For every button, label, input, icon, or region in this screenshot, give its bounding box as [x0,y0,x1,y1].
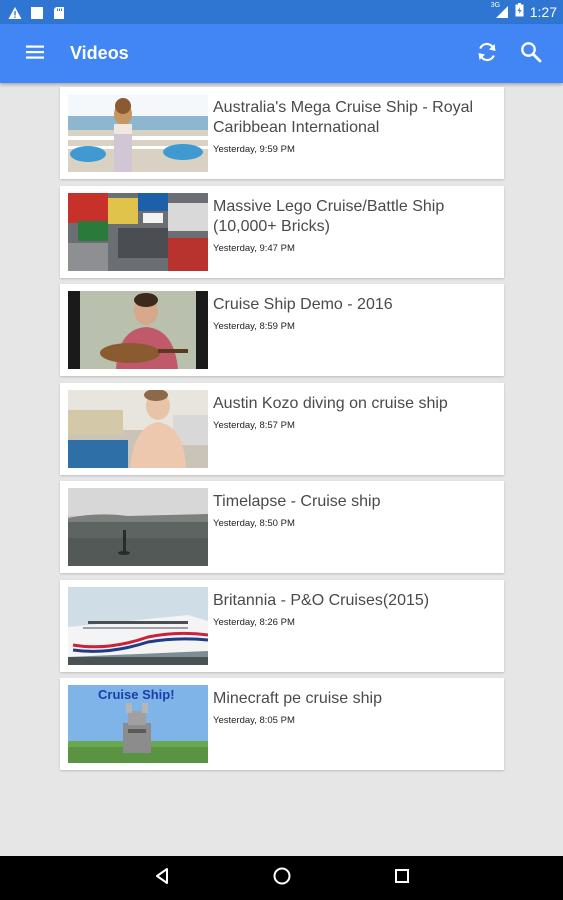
video-title-text: Cruise Ship Demo - 2016 [213,296,393,313]
sd-card-icon [52,5,66,19]
signal-icon: 3G [490,2,509,19]
video-time: Yesterday, 8:26 PM [213,616,295,628]
video-thumbnail [68,389,208,468]
network-type-label: 3G [490,2,501,9]
page-title: Videos [70,43,129,63]
video-title: Britannia - P&O Cruises(2015) Yesterday,… [213,591,498,633]
video-title-text: Minecraft pe cruise ship [213,690,382,707]
video-time: Yesterday, 8:59 PM [213,321,295,332]
video-item[interactable]: Timelapse - Cruise ship Yesterday, 8:50 … [60,481,504,573]
home-button[interactable] [222,856,342,900]
video-item[interactable]: Australia's Mega Cruise Ship - Royal Car… [60,87,504,179]
video-title: Cruise Ship Demo - 2016 Yesterday, 8:59 … [213,295,498,337]
video-item[interactable]: Austin Kozo diving on cruise ship Yester… [60,382,504,475]
video-time: Yesterday, 8:50 PM [213,518,295,529]
thumbnail-caption: Cruise Ship! [98,687,175,702]
video-title-text: Timelapse - Cruise ship [213,493,381,510]
battery-icon [515,3,524,21]
menu-icon [25,44,45,64]
video-title-text: Austin Kozo diving on cruise ship [213,394,448,412]
video-item[interactable]: Massive Lego Cruise/Battle Ship (10,000+… [60,185,504,278]
recents-icon [393,867,411,889]
video-time: Yesterday, 9:59 PM [213,144,295,155]
video-thumbnail [68,192,208,271]
menu-button[interactable] [0,24,70,83]
video-title: Massive Lego Cruise/Battle Ship (10,000+… [213,197,498,259]
status-bar: 3G 1:27 [0,0,563,24]
square-notification-icon [30,5,44,19]
app-bar: Videos [0,24,563,83]
video-time: Yesterday, 8:05 PM [213,715,295,726]
clock: 1:27 [529,4,557,20]
video-item[interactable]: Cruise Ship Demo - 2016 Yesterday, 8:59 … [60,284,504,376]
search-button[interactable] [509,24,553,83]
video-title: Minecraft pe cruise ship Yesterday, 8:05… [213,689,498,731]
navigation-bar [0,856,563,900]
video-thumbnail [68,586,208,665]
video-thumbnail [68,291,208,369]
refresh-icon [475,40,499,68]
video-title-text: Massive Lego Cruise/Battle Ship (10,000+… [213,197,445,235]
video-thumbnail [68,94,208,172]
home-icon [272,866,292,890]
search-icon [519,40,543,68]
video-thumbnail: Cruise Ship! [68,685,208,763]
video-time: Yesterday, 8:57 PM [213,419,295,431]
video-item[interactable]: Cruise Ship! Minecraft pe cruise ship Ye… [60,678,504,770]
warning-icon [8,5,22,19]
video-item[interactable]: Britannia - P&O Cruises(2015) Yesterday,… [60,579,504,672]
video-list: Australia's Mega Cruise Ship - Royal Car… [60,87,504,777]
refresh-button[interactable] [465,24,509,83]
video-title: Australia's Mega Cruise Ship - Royal Car… [213,98,498,160]
video-title-text: Australia's Mega Cruise Ship - Royal Car… [213,99,474,136]
video-title: Timelapse - Cruise ship Yesterday, 8:50 … [213,492,498,534]
video-title-text: Britannia - P&O Cruises(2015) [213,591,430,609]
recents-button[interactable] [342,856,462,900]
video-thumbnail [68,488,208,566]
back-icon [153,867,171,889]
video-title: Austin Kozo diving on cruise ship Yester… [213,394,498,436]
back-button[interactable] [102,856,222,900]
video-time: Yesterday, 9:47 PM [213,242,295,254]
